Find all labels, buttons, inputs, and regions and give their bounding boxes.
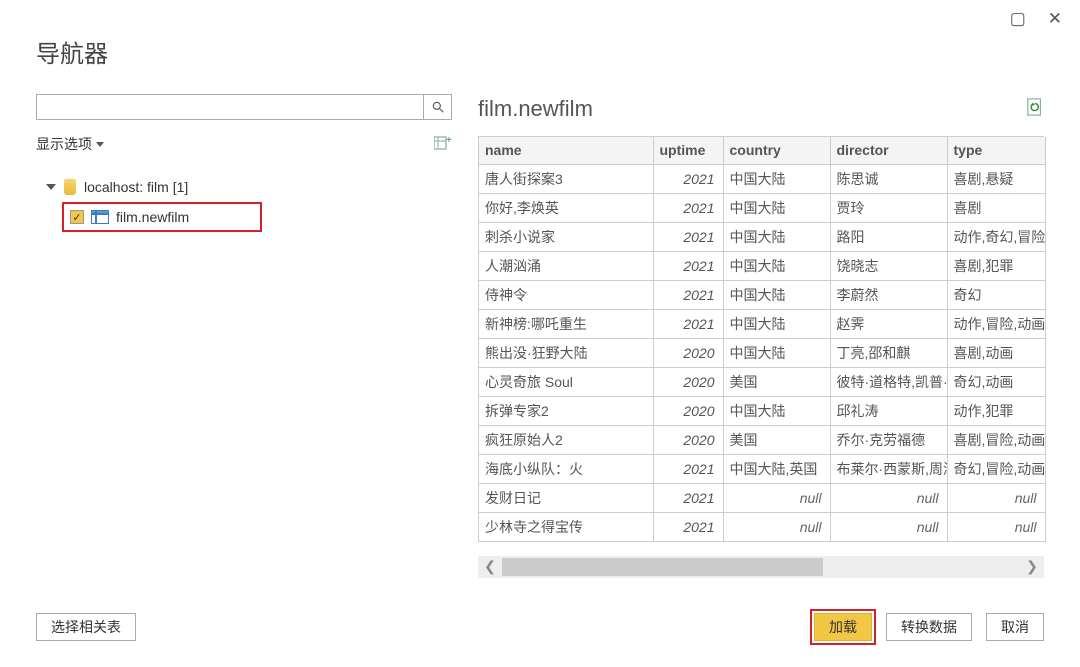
table-row[interactable]: 侍神令2021中国大陆李蔚然奇幻 (479, 280, 1045, 309)
window-close-icon[interactable]: ✕ (1048, 10, 1062, 27)
load-button[interactable]: 加载 (814, 613, 872, 641)
search-input[interactable] (37, 95, 423, 119)
refresh-preview-button[interactable] (1026, 97, 1044, 122)
transform-data-button[interactable]: 转换数据 (886, 613, 972, 641)
column-header[interactable]: uptime (653, 137, 723, 164)
window-minimize-icon[interactable]: ▢ (1010, 10, 1026, 27)
table-row[interactable]: 新神榜:哪吒重生2021中国大陆赵霁动作,冒险,动画 (479, 309, 1045, 338)
scroll-right-icon[interactable]: ❯ (1020, 558, 1044, 575)
table-row[interactable]: 心灵奇旅 Soul2020美国彼特·道格特,凯普·鲍奇幻,动画 (479, 367, 1045, 396)
column-header[interactable]: country (723, 137, 830, 164)
scroll-left-icon[interactable]: ❮ (478, 558, 502, 575)
preview-title: film.newfilm (478, 96, 593, 122)
db-node-label: localhost: film [1] (84, 179, 188, 195)
cancel-button[interactable]: 取消 (986, 613, 1044, 641)
column-header[interactable]: name (479, 137, 653, 164)
table-icon (91, 210, 109, 224)
tree-node-table[interactable]: ✓ film.newfilm (62, 202, 262, 232)
checkbox-icon[interactable]: ✓ (70, 210, 84, 224)
dialog-title: 导航器 (36, 34, 108, 69)
add-table-icon[interactable]: + (434, 135, 452, 154)
table-row[interactable]: 拆弹专家22020中国大陆邱礼涛动作,犯罪 (479, 396, 1045, 425)
display-options-label: 显示选项 (36, 134, 92, 154)
table-row[interactable]: 熊出没·狂野大陆2020中国大陆丁亮,邵和麒喜剧,动画 (479, 338, 1045, 367)
column-header[interactable]: director (830, 137, 947, 164)
table-row[interactable]: 刺杀小说家2021中国大陆路阳动作,奇幻,冒险 (479, 222, 1045, 251)
chevron-down-icon (96, 142, 104, 147)
table-row[interactable]: 少林寺之得宝传2021nullnullnull (479, 512, 1045, 541)
svg-text:+: + (446, 135, 452, 146)
table-row[interactable]: 你好,李焕英2021中国大陆贾玲喜剧 (479, 193, 1045, 222)
search-button[interactable] (423, 95, 451, 119)
table-row[interactable]: 疯狂原始人22020美国乔尔·克劳福德喜剧,冒险,动画 (479, 425, 1045, 454)
tree-node-database[interactable]: localhost: film [1] (36, 172, 452, 202)
preview-table: nameuptimecountrydirectortype 唐人街探案32021… (479, 137, 1046, 542)
table-row[interactable]: 唐人街探案32021中国大陆陈思诚喜剧,悬疑 (479, 164, 1045, 193)
horizontal-scrollbar[interactable]: ❮ ❯ (478, 556, 1044, 578)
database-icon (64, 179, 76, 195)
search-icon (431, 100, 445, 114)
table-row[interactable]: 发财日记2021nullnullnull (479, 483, 1045, 512)
table-node-label: film.newfilm (116, 209, 189, 225)
chevron-down-icon (46, 184, 56, 190)
table-row[interactable]: 海底小纵队：火2021中国大陆,英国布莱尔·西蒙斯,周沁奇幻,冒险,动画 (479, 454, 1045, 483)
table-row[interactable]: 人潮汹涌2021中国大陆饶晓志喜剧,犯罪 (479, 251, 1045, 280)
select-related-tables-button[interactable]: 选择相关表 (36, 613, 136, 641)
column-header[interactable]: type (947, 137, 1045, 164)
display-options-dropdown[interactable]: 显示选项 (36, 134, 104, 154)
